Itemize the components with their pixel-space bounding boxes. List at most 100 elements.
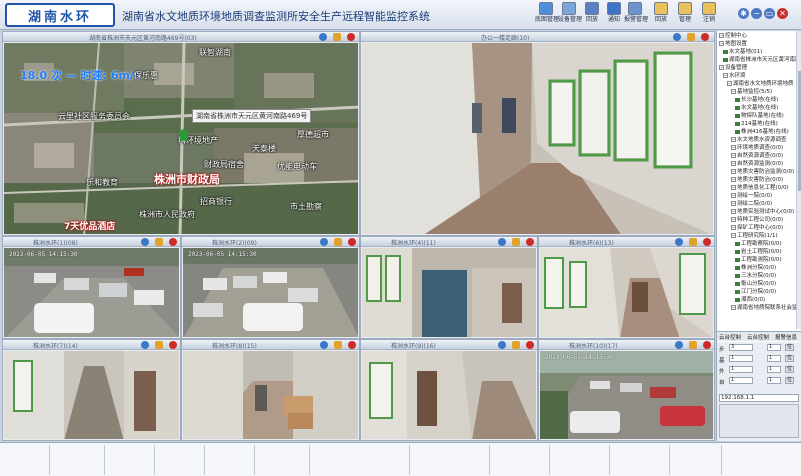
- expand-toggle-icon[interactable]: −: [727, 81, 732, 86]
- camera-feed[interactable]: [183, 351, 358, 439]
- tree-node[interactable]: − 测绘一院(0/0): [731, 193, 772, 200]
- refresh-icon[interactable]: [141, 238, 149, 246]
- snapshot-icon[interactable]: [334, 341, 342, 349]
- toolbar-button-replay[interactable]: 回放: [650, 2, 672, 28]
- expand-toggle-icon[interactable]: −: [731, 185, 736, 190]
- tree-camera-item[interactable]: 株洲分院(0/0): [735, 265, 776, 272]
- tree-node[interactable]: − 基地监控(5/5): [731, 89, 772, 96]
- refresh-icon[interactable]: [319, 33, 327, 41]
- close-icon[interactable]: [347, 33, 355, 41]
- expand-toggle-icon[interactable]: −: [731, 145, 736, 150]
- snapshot-icon[interactable]: [512, 341, 520, 349]
- snapshot-icon[interactable]: [512, 238, 520, 246]
- video-tile-corridor[interactable]: 办公一楼走廊(10): [360, 31, 715, 236]
- expand-toggle-icon[interactable]: −: [731, 225, 736, 230]
- expand-toggle-icon[interactable]: −: [719, 33, 724, 38]
- tree-camera-item[interactable]: 湘西(0/0): [735, 297, 765, 304]
- expand-toggle-icon[interactable]: −: [731, 233, 736, 238]
- close-icon[interactable]: [169, 341, 177, 349]
- camera-feed[interactable]: [362, 351, 536, 439]
- tree-node[interactable]: − 湖南省地质院联系社会监控: [731, 305, 801, 312]
- video-tile[interactable]: 株洲水环(1)(08) 2023-06-05 14:15:30: [2, 236, 181, 339]
- expand-toggle-icon[interactable]: −: [723, 73, 728, 78]
- ptz-button[interactable]: 位: [785, 377, 794, 384]
- toolbar-button-device[interactable]: 设备管理: [558, 2, 582, 28]
- settings-button[interactable]: ✱: [738, 8, 749, 19]
- tree-node[interactable]: − 水环境: [723, 73, 746, 80]
- refresh-icon[interactable]: [320, 341, 328, 349]
- tab-ptz-2[interactable]: 云台控制: [747, 333, 769, 341]
- tree-node[interactable]: − 地质信息化工程(0/0): [731, 185, 789, 192]
- tree-camera-item[interactable]: 湖南省株洲市天元区黄河南路: [723, 57, 801, 64]
- expand-toggle-icon[interactable]: −: [731, 209, 736, 214]
- video-tile[interactable]: 株洲水环(10)(17) 2023-06-05 14:15:30: [538, 339, 715, 441]
- refresh-icon[interactable]: [141, 341, 149, 349]
- tree-node[interactable]: − 自然资源监测(0/0): [731, 161, 783, 168]
- camera-feed[interactable]: [362, 248, 536, 337]
- tree-camera-item[interactable]: 水文基地(01): [723, 49, 762, 56]
- tree-camera-item[interactable]: 株洲416基地(在线): [735, 129, 789, 136]
- camera-feed[interactable]: [4, 351, 179, 439]
- refresh-icon[interactable]: [320, 238, 328, 246]
- video-tile[interactable]: 株洲水环(4)(11): [360, 236, 538, 339]
- expand-toggle-icon[interactable]: −: [731, 305, 736, 310]
- toolbar-button-notice[interactable]: 通知: [603, 2, 625, 28]
- tree-camera-item[interactable]: 长沙基地(在线): [735, 97, 778, 104]
- ptz-button[interactable]: 位: [785, 355, 794, 362]
- tree-node[interactable]: − 工程研究院(1/1): [731, 233, 778, 240]
- snapshot-icon[interactable]: [689, 341, 697, 349]
- restore-button[interactable]: ▭: [764, 8, 775, 19]
- camera-feed[interactable]: [540, 248, 713, 337]
- tree-camera-item[interactable]: 工程勘测院(0/0): [735, 257, 782, 264]
- camera-feed[interactable]: 2023-06-05 14:15:30: [183, 248, 358, 337]
- close-icon[interactable]: [701, 33, 709, 41]
- close-button[interactable]: ✕: [777, 8, 788, 19]
- tab-alarm[interactable]: 报警信息: [775, 333, 797, 341]
- ptz-input[interactable]: 1: [767, 355, 781, 362]
- refresh-icon[interactable]: [498, 341, 506, 349]
- ptz-input[interactable]: 1: [729, 377, 753, 384]
- tree-node[interactable]: − 地质实验测试中心(0/0): [731, 209, 794, 216]
- expand-toggle-icon[interactable]: −: [731, 217, 736, 222]
- close-icon[interactable]: [526, 341, 534, 349]
- expand-toggle-icon[interactable]: −: [731, 161, 736, 166]
- ptz-button[interactable]: 位: [785, 366, 794, 373]
- video-tile[interactable]: 株洲水环(8)(15): [181, 339, 360, 441]
- tree-node[interactable]: − 控制中心: [719, 33, 747, 40]
- map-view[interactable]: 18.0 次 — 时速: 6m/s 湖南省株洲市天元区黄河南路469号 联智湖南…: [4, 43, 358, 234]
- close-icon[interactable]: [526, 238, 534, 246]
- ip-address-field[interactable]: 192.168.1.1: [719, 394, 799, 402]
- tree-camera-item[interactable]: 工程勘察院(0/0): [735, 241, 782, 248]
- expand-toggle-icon[interactable]: −: [731, 169, 736, 174]
- close-icon[interactable]: [169, 238, 177, 246]
- ptz-input[interactable]: 1: [767, 344, 781, 351]
- tree-node[interactable]: − 测绘二院(0/0): [731, 201, 772, 208]
- tree-node[interactable]: − 自然资源调查(0/0): [731, 153, 783, 160]
- close-icon[interactable]: [348, 238, 356, 246]
- tree-node[interactable]: − 地图设置: [719, 41, 747, 48]
- snapshot-icon[interactable]: [333, 33, 341, 41]
- ptz-input[interactable]: 1: [767, 377, 781, 384]
- snapshot-icon[interactable]: [689, 238, 697, 246]
- tree-node[interactable]: − 环境地质调查(0/0): [731, 145, 783, 152]
- ptz-input[interactable]: 1: [729, 355, 753, 362]
- camera-feed[interactable]: 2023-06-05 14:15:30: [540, 351, 713, 439]
- expand-toggle-icon[interactable]: −: [719, 41, 724, 46]
- tree-node[interactable]: − 湖南省水文地质环境地质: [727, 81, 794, 88]
- tree-camera-item[interactable]: 三水分院(0/0): [735, 273, 776, 280]
- tree-camera-item[interactable]: 江门分院(0/0): [735, 289, 776, 296]
- expand-toggle-icon[interactable]: −: [731, 153, 736, 158]
- toolbar-button-logout[interactable]: 注销: [698, 2, 720, 28]
- snapshot-icon[interactable]: [334, 238, 342, 246]
- refresh-icon[interactable]: [673, 33, 681, 41]
- video-tile[interactable]: 株洲水环(7)(14): [2, 339, 181, 441]
- minimize-button[interactable]: −: [751, 8, 762, 19]
- ptz-input[interactable]: 3: [729, 344, 753, 351]
- video-tile[interactable]: 株洲水环(6)(13): [538, 236, 715, 339]
- refresh-icon[interactable]: [675, 238, 683, 246]
- tree-camera-item[interactable]: 水文基地(在线): [735, 105, 778, 112]
- close-icon[interactable]: [703, 238, 711, 246]
- refresh-icon[interactable]: [675, 341, 683, 349]
- ptz-input[interactable]: 1: [729, 366, 753, 373]
- tree-scrollbar[interactable]: [796, 31, 801, 329]
